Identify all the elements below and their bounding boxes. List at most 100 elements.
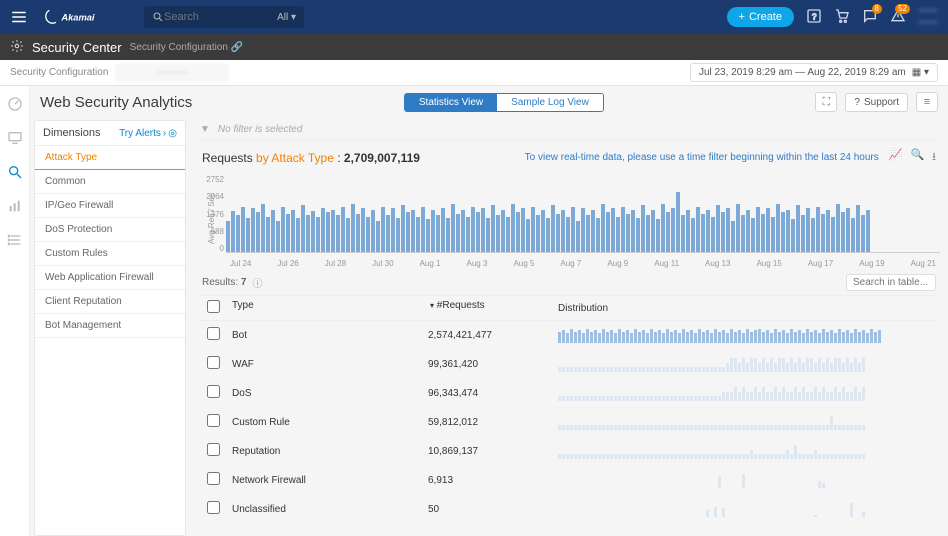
rail-dashboard-icon[interactable]	[7, 96, 23, 112]
dim-item-bot-management[interactable]: Bot Management	[35, 314, 185, 338]
cart-icon[interactable]	[834, 8, 850, 27]
body-split: Dimensions Try Alerts › ◎ Attack TypeCom…	[30, 120, 948, 536]
chevron-right-icon: ›	[163, 128, 166, 139]
info-icon[interactable]: ⓘ	[252, 275, 262, 290]
date-range[interactable]: Jul 23, 2019 8:29 am — Aug 22, 2019 8:29…	[690, 63, 938, 82]
row-checkbox[interactable]	[207, 443, 220, 456]
zoom-icon[interactable]: 🔍	[910, 148, 924, 167]
row-type: Custom Rule	[228, 417, 428, 428]
row-requests: 59,812,012	[428, 417, 558, 428]
search-box[interactable]: All ▾	[144, 6, 304, 28]
user-line1: ——	[918, 5, 938, 17]
rail-monitor-icon[interactable]	[7, 130, 23, 146]
col-requests[interactable]: ▾ #Requests	[428, 300, 558, 316]
dim-item-web-application-firewall[interactable]: Web Application Firewall	[35, 266, 185, 290]
alert-badge: 52	[895, 4, 910, 14]
results-label: Results: 7	[202, 277, 246, 288]
row-checkbox[interactable]	[207, 414, 220, 427]
chart-actions: 📈 🔍 ⭳	[889, 148, 936, 167]
chart-area: ▼ No filter is selected Requests by Atta…	[190, 120, 948, 536]
alert-icon[interactable]: 52	[890, 8, 906, 27]
dim-item-client-reputation[interactable]: Client Reputation	[35, 290, 185, 314]
col-distribution[interactable]: Distribution	[558, 300, 940, 316]
target-icon: ◎	[168, 128, 177, 139]
download-icon[interactable]: ⭳	[932, 148, 936, 167]
rail-search-icon[interactable]	[7, 164, 23, 180]
dim-item-ip-geo-firewall[interactable]: IP/Geo Firewall	[35, 194, 185, 218]
link-icon: 🔗	[231, 42, 243, 53]
date-range-text: Jul 23, 2019 8:29 am — Aug 22, 2019 8:29…	[699, 67, 906, 78]
menu-icon[interactable]: ≡	[916, 92, 938, 112]
row-requests: 50	[428, 504, 558, 515]
rail-list-icon[interactable]	[7, 232, 23, 248]
try-alerts-link[interactable]: Try Alerts › ◎	[119, 128, 177, 139]
row-checkbox[interactable]	[207, 472, 220, 485]
row-distribution	[558, 356, 940, 372]
col-check[interactable]	[198, 300, 228, 316]
page-header: Web Security Analytics Statistics View S…	[30, 86, 948, 120]
row-checkbox[interactable]	[207, 385, 220, 398]
breadcrumb[interactable]: Security Configuration	[10, 67, 108, 78]
filter-text: No filter is selected	[218, 124, 302, 135]
search-input[interactable]	[164, 11, 264, 23]
main: Web Security Analytics Statistics View S…	[0, 86, 948, 536]
dimensions-list: Attack TypeCommonIP/Geo FirewallDoS Prot…	[35, 146, 185, 338]
col-type[interactable]: Type	[228, 300, 428, 316]
user-block[interactable]: —— ——	[918, 5, 938, 29]
content: Web Security Analytics Statistics View S…	[30, 86, 948, 536]
brand-text: Akamai	[60, 12, 95, 22]
dim-item-common[interactable]: Common	[35, 170, 185, 194]
filter-row: ▼ No filter is selected	[198, 120, 940, 140]
chevron-down-icon: ▾	[291, 12, 296, 23]
config-label[interactable]: Security Configuration 🔗	[130, 42, 244, 53]
requests-chart: Avg Req / Sec 2752206413766880	[226, 175, 940, 253]
fullscreen-icon[interactable]: ⛶	[815, 92, 837, 112]
row-checkbox[interactable]	[207, 501, 220, 514]
row-type: DoS	[228, 388, 428, 399]
table-row[interactable]: Custom Rule59,812,012	[198, 408, 940, 437]
row-distribution	[558, 501, 940, 517]
dimensions-panel: Dimensions Try Alerts › ◎ Attack TypeCom…	[34, 120, 186, 536]
row-checkbox[interactable]	[207, 327, 220, 340]
left-rail	[0, 86, 30, 536]
row-distribution	[558, 414, 940, 430]
table-row[interactable]: Bot2,574,421,477	[198, 321, 940, 350]
line-chart-icon[interactable]: 📈	[889, 148, 903, 167]
plus-icon: +	[739, 11, 745, 23]
rail-bars-icon[interactable]	[7, 198, 23, 214]
help-icon[interactable]: ?	[806, 8, 822, 27]
results-row: Results: 7 ⓘ	[198, 268, 940, 295]
row-requests: 6,913	[428, 475, 558, 486]
gear-icon	[10, 39, 24, 56]
row-type: WAF	[228, 359, 428, 370]
search-scope[interactable]: All ▾	[277, 12, 296, 23]
row-type: Network Firewall	[228, 475, 428, 486]
tab-sample-log-view[interactable]: Sample Log View	[497, 94, 603, 111]
breadcrumb-bar: Security Configuration ——— Jul 23, 2019 …	[0, 60, 948, 86]
row-requests: 99,361,420	[428, 359, 558, 370]
requests-title: Requests by Attack Type : 2,709,007,119	[202, 151, 420, 165]
realtime-tip[interactable]: To view real-time data, please use a tim…	[525, 152, 879, 163]
row-requests: 2,574,421,477	[428, 330, 558, 341]
table-row[interactable]: WAF99,361,420	[198, 350, 940, 379]
user-line2: ——	[918, 17, 938, 29]
filter-icon[interactable]: ▼	[200, 124, 210, 135]
dim-item-custom-rules[interactable]: Custom Rules	[35, 242, 185, 266]
dim-item-dos-protection[interactable]: DoS Protection	[35, 218, 185, 242]
table-row[interactable]: DoS96,343,474	[198, 379, 940, 408]
chat-icon[interactable]: 8	[862, 8, 878, 27]
table-row[interactable]: Reputation10,869,137	[198, 437, 940, 466]
sub-bar: Security Center Security Configuration 🔗	[0, 34, 948, 60]
row-distribution	[558, 443, 940, 459]
dim-item-attack-type[interactable]: Attack Type	[35, 146, 185, 170]
row-requests: 96,343,474	[428, 388, 558, 399]
table-row[interactable]: Unclassified50	[198, 495, 940, 524]
table-row[interactable]: Network Firewall6,913	[198, 466, 940, 495]
tab-statistics-view[interactable]: Statistics View	[405, 94, 497, 111]
table-search-input[interactable]	[846, 274, 936, 291]
create-button[interactable]: + Create	[727, 7, 794, 27]
support-button[interactable]: ? Support	[845, 93, 908, 112]
menu-icon[interactable]	[10, 8, 30, 26]
row-checkbox[interactable]	[207, 356, 220, 369]
brand-logo[interactable]: Akamai	[44, 8, 124, 26]
